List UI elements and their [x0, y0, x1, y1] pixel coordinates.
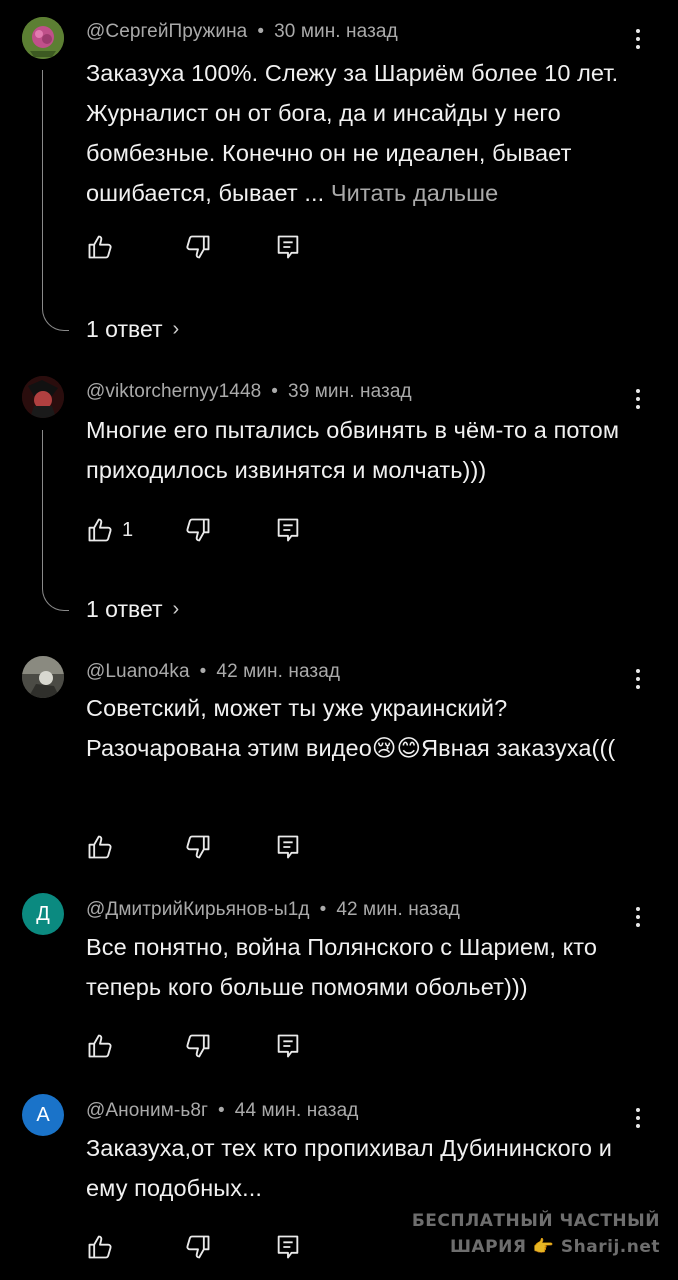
reply-icon — [277, 1034, 299, 1058]
reply-button[interactable] — [274, 1232, 302, 1262]
replies-count: 1 ответ — [86, 596, 163, 622]
avatar[interactable] — [22, 17, 64, 59]
like-button[interactable] — [86, 832, 122, 862]
dislike-button[interactable] — [184, 1232, 212, 1262]
chevron-right-icon: › — [172, 318, 180, 340]
comment-body: Советский, может ты уже украинский? Разо… — [86, 695, 616, 761]
reply-icon — [277, 835, 299, 859]
avatar-letter: Д — [36, 902, 50, 925]
like-button[interactable] — [86, 1031, 122, 1061]
dislike-button[interactable] — [184, 832, 212, 862]
like-button[interactable] — [86, 1232, 122, 1262]
author-name[interactable]: @ДмитрийКирьянов-ы1д — [86, 899, 310, 920]
reply-button[interactable] — [274, 1031, 302, 1061]
thread-connector — [42, 430, 69, 611]
meta-separator: • — [319, 899, 327, 920]
reply-icon — [277, 518, 299, 542]
author-name[interactable]: @Luano4ka — [86, 661, 190, 682]
author-name[interactable]: @viktorchernyy1448 — [86, 381, 261, 402]
thumbs-up-icon — [88, 1235, 112, 1259]
comment-time: 42 мин. назад — [216, 661, 341, 682]
more-vert-icon[interactable] — [628, 1101, 648, 1135]
comment-time: 44 мин. назад — [234, 1100, 359, 1121]
thumbs-up-icon — [88, 518, 112, 542]
comment-text: Заказуха 100%. Слежу за Шариём более 10 … — [86, 53, 626, 213]
author-name[interactable]: @СергейПружина — [86, 21, 247, 42]
meta-separator: • — [199, 661, 207, 682]
comment-body: Все понятно, война Полянского с Шарием, … — [86, 934, 598, 1000]
like-count: 1 — [122, 518, 134, 541]
meta-separator: • — [218, 1100, 225, 1121]
reply-icon — [277, 235, 299, 259]
avatar-image — [22, 376, 64, 418]
watermark-line-2: ШАРИЯ 👉 Sharij.net — [449, 1237, 660, 1257]
comment-meta: @СергейПружина • 30 мин. назад — [86, 21, 398, 43]
reply-button[interactable] — [274, 515, 302, 545]
replies-button[interactable]: 1 ответ › — [86, 596, 179, 623]
comment-item: @СергейПружина • 30 мин. назад Заказуха 10… — [0, 0, 678, 345]
comment-item: @viktorchernyy1448 • 39 мин. назад Многие … — [0, 360, 678, 630]
comment-meta: @viktorchernyy1448 • 39 мин. назад — [86, 381, 412, 403]
meta-separator: • — [271, 381, 279, 402]
avatar[interactable] — [22, 376, 64, 418]
thumbs-down-icon — [186, 835, 210, 859]
more-vert-icon[interactable] — [628, 22, 648, 56]
comment-body: Заказуха,от тех кто пропихивал Дубининск… — [86, 1135, 612, 1201]
avatar[interactable]: А — [22, 1094, 64, 1136]
reply-button[interactable] — [274, 832, 302, 862]
comment-body: Многие его пытались обвинять в чём-то а … — [86, 417, 620, 483]
more-vert-icon[interactable] — [628, 900, 648, 934]
read-more-link[interactable]: Читать дальше — [331, 180, 498, 206]
thumbs-down-icon — [186, 235, 210, 259]
author-name[interactable]: @Аноним-ь8г — [86, 1100, 208, 1121]
more-vert-icon[interactable] — [628, 662, 648, 696]
avatar-letter: А — [36, 1103, 50, 1126]
comment-meta: @Аноним-ь8г • 44 мин. назад — [86, 1100, 358, 1122]
comment-time: 42 мин. назад — [336, 899, 460, 920]
watermark: БЕСПЛАТНЫЙ ЧАСТНЫЙ ШАРИЯ 👉 Sharij.net — [412, 1208, 660, 1260]
comment-text: Многие его пытались обвинять в чём-то а … — [86, 410, 626, 490]
dislike-button[interactable] — [184, 232, 212, 262]
thumbs-down-icon — [186, 518, 210, 542]
thumbs-up-icon — [88, 1034, 112, 1058]
avatar[interactable] — [22, 656, 64, 698]
comment-text: Заказуха,от тех кто пропихивал Дубининск… — [86, 1128, 626, 1208]
comment-meta: @Luano4ka • 42 мин. назад — [86, 661, 340, 683]
comment-text: Советский, может ты уже украинский? Разо… — [86, 688, 626, 768]
avatar[interactable]: Д — [22, 893, 64, 935]
more-vert-icon[interactable] — [628, 382, 648, 416]
comment-meta: @ДмитрийКирьянов-ы1д • 42 мин. назад — [86, 899, 460, 921]
thumbs-down-icon — [186, 1235, 210, 1259]
thumbs-up-icon — [88, 835, 112, 859]
reply-icon — [277, 1235, 299, 1259]
comment-item: @Luano4ka • 42 мин. назад Советский, может… — [0, 640, 678, 870]
like-button[interactable]: 1 — [86, 515, 133, 545]
thread-connector — [42, 70, 69, 331]
comment-item: Д @ДмитрийКирьянов-ы1д • 42 мин. назад Все… — [0, 880, 678, 1070]
thumbs-up-icon — [88, 235, 112, 259]
reply-button[interactable] — [274, 232, 302, 262]
thumbs-down-icon — [186, 1034, 210, 1058]
avatar-image — [22, 17, 64, 59]
replies-count: 1 ответ — [86, 316, 163, 342]
dislike-button[interactable] — [184, 1031, 212, 1061]
comment-text: Все понятно, война Полянского с Шарием, … — [86, 927, 626, 1007]
chevron-right-icon: › — [172, 598, 180, 620]
comment-time: 39 мин. назад — [288, 381, 412, 402]
like-button[interactable] — [86, 232, 122, 262]
watermark-line-1: БЕСПЛАТНЫЙ ЧАСТНЫЙ — [411, 1211, 660, 1231]
avatar-image — [22, 656, 64, 698]
comment-time: 30 мин. назад — [274, 21, 398, 42]
meta-separator: • — [257, 21, 265, 42]
replies-button[interactable]: 1 ответ › — [86, 316, 179, 343]
dislike-button[interactable] — [184, 515, 212, 545]
